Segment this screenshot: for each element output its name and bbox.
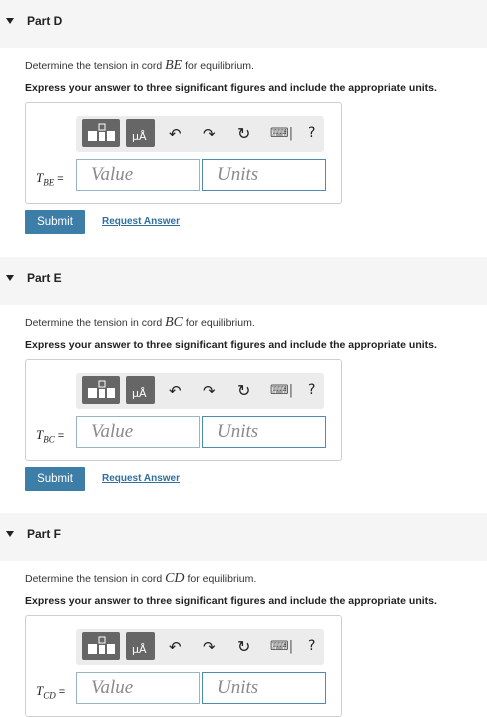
part-header[interactable]: Part F (0, 513, 487, 561)
variable-subscript: BC (43, 434, 55, 445)
cord-name: BE (165, 58, 183, 73)
templates-icon (88, 636, 115, 654)
request-answer-link[interactable]: Request Answer (102, 216, 180, 227)
reset-icon[interactable]: ↻ (237, 381, 250, 400)
redo-icon[interactable]: ↷ (203, 638, 216, 656)
math-toolbar: μÅ ↶ ↷ ↻ ⌨| ? (76, 116, 324, 152)
value-input[interactable]: Value (76, 416, 200, 448)
variable-subscript: CD (43, 690, 56, 701)
units-button[interactable]: μÅ (126, 632, 155, 660)
answer-box: μÅ ↶ ↷ ↻ ⌨| ? TBC = Value Units (25, 359, 342, 461)
collapse-caret-icon[interactable] (6, 275, 14, 281)
equals-sign: = (57, 430, 65, 442)
question-text: Determine the tension in cord CD for equ… (25, 571, 256, 587)
variable-subscript: BE (43, 177, 55, 188)
instruction-text: Express your answer to three significant… (25, 339, 437, 351)
value-input[interactable]: Value (76, 672, 200, 704)
question-text: Determine the tension in cord BE for equ… (25, 58, 254, 74)
undo-icon[interactable]: ↶ (169, 125, 182, 143)
part-title: Part D (27, 14, 63, 28)
reset-icon[interactable]: ↻ (237, 124, 250, 143)
templates-button[interactable] (82, 632, 120, 660)
part-title: Part F (27, 527, 62, 541)
cord-name: BC (165, 315, 183, 330)
help-icon[interactable]: ? (308, 638, 315, 654)
templates-button[interactable] (82, 376, 120, 404)
reset-icon[interactable]: ↻ (237, 637, 250, 656)
units-angstrom-icon: μÅ (132, 387, 147, 400)
question-text: Determine the tension in cord BC for equ… (25, 315, 255, 331)
question-suffix: for equilibrium. (182, 317, 255, 329)
collapse-caret-icon[interactable] (6, 18, 14, 24)
units-input[interactable]: Units (202, 416, 326, 448)
instruction-text: Express your answer to three significant… (25, 595, 437, 607)
keyboard-icon[interactable]: ⌨| (270, 126, 293, 141)
redo-icon[interactable]: ↷ (203, 382, 216, 400)
cord-name: CD (165, 571, 185, 586)
part-header[interactable]: Part E (0, 257, 487, 305)
units-input[interactable]: Units (202, 159, 326, 191)
submit-button[interactable]: Submit (25, 467, 85, 491)
keyboard-icon[interactable]: ⌨| (270, 383, 293, 398)
help-icon[interactable]: ? (308, 382, 315, 398)
redo-icon[interactable]: ↷ (203, 125, 216, 143)
templates-icon (88, 123, 115, 141)
units-button[interactable]: μÅ (126, 376, 155, 404)
units-input[interactable]: Units (202, 672, 326, 704)
units-button[interactable]: μÅ (126, 119, 155, 147)
templates-icon (88, 380, 115, 398)
question-prefix: Determine the tension in cord (25, 573, 166, 585)
question-prefix: Determine the tension in cord (25, 60, 166, 72)
equals-sign: = (58, 686, 66, 698)
question-prefix: Determine the tension in cord (25, 317, 166, 329)
part-title: Part E (27, 271, 62, 285)
collapse-caret-icon[interactable] (6, 531, 14, 537)
variable-label: TBE = (36, 170, 64, 188)
equals-sign: = (57, 173, 64, 185)
question-suffix: for equilibrium. (182, 60, 254, 72)
part-header[interactable]: Part D (0, 0, 487, 48)
units-angstrom-icon: μÅ (132, 643, 147, 656)
value-input[interactable]: Value (76, 159, 200, 191)
instruction-text: Express your answer to three significant… (25, 82, 437, 94)
help-icon[interactable]: ? (308, 125, 315, 141)
question-suffix: for equilibrium. (184, 573, 257, 585)
units-angstrom-icon: μÅ (132, 130, 147, 143)
math-toolbar: μÅ ↶ ↷ ↻ ⌨| ? (76, 629, 324, 665)
request-answer-link[interactable]: Request Answer (102, 473, 180, 484)
math-toolbar: μÅ ↶ ↷ ↻ ⌨| ? (76, 373, 324, 409)
variable-label: TBC = (36, 427, 64, 445)
keyboard-icon[interactable]: ⌨| (270, 639, 293, 654)
undo-icon[interactable]: ↶ (169, 382, 182, 400)
undo-icon[interactable]: ↶ (169, 638, 182, 656)
answer-box: μÅ ↶ ↷ ↻ ⌨| ? TCD = Value Units (25, 615, 342, 717)
answer-box: μÅ ↶ ↷ ↻ ⌨| ? TBE = Value Units (25, 102, 342, 204)
variable-label: TCD = (36, 683, 65, 701)
submit-button[interactable]: Submit (25, 210, 85, 234)
templates-button[interactable] (82, 119, 120, 147)
